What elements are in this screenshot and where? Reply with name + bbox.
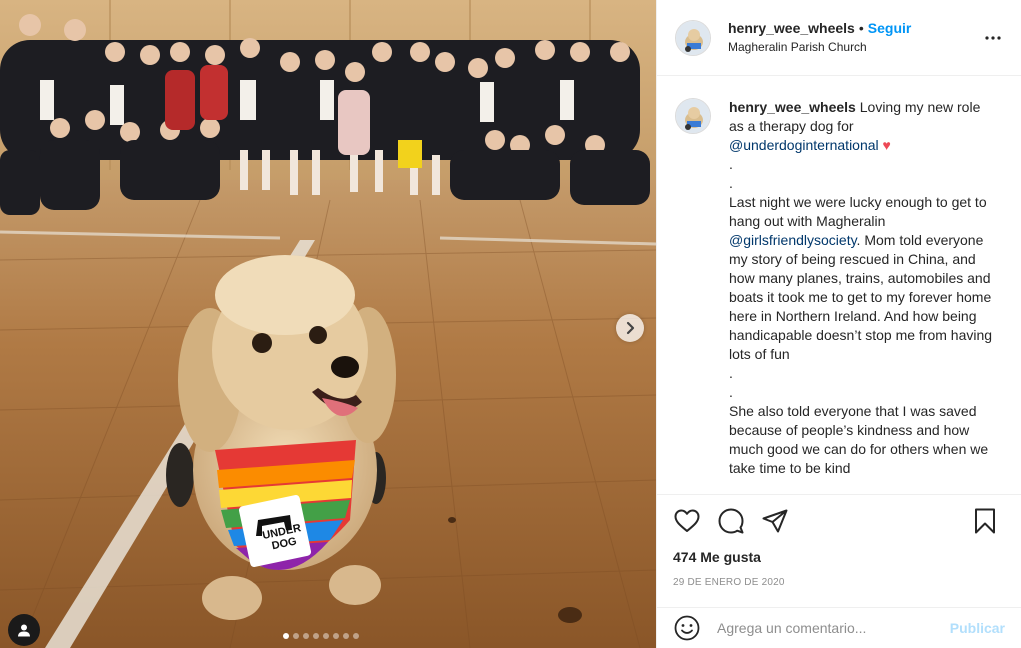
caption-avatar[interactable] <box>675 98 711 134</box>
caption-dots-1: . . <box>729 156 733 191</box>
caption-text-2: Last night we were lucky enough to get t… <box>729 194 991 229</box>
caption-username[interactable]: henry_wee_wheels <box>729 99 856 115</box>
emoji-button[interactable] <box>673 614 701 642</box>
publish-button[interactable]: Publicar <box>950 620 1005 636</box>
tagged-users-button[interactable] <box>8 614 40 646</box>
author-username[interactable]: henry_wee_wheels <box>728 20 855 36</box>
mention-girlsfriendlysociety[interactable]: @girlsfriendlysociety <box>729 232 857 248</box>
photo-scene <box>0 0 656 648</box>
comment-button[interactable] <box>717 507 745 535</box>
like-button[interactable] <box>673 507 701 535</box>
caption-row: henry_wee_wheels Loving my new role as a… <box>675 98 1005 478</box>
post-caption: henry_wee_wheels Loving my new role as a… <box>729 98 997 478</box>
dog-avatar-icon <box>676 20 710 55</box>
smiley-icon <box>674 615 700 641</box>
carousel-dot <box>343 633 349 639</box>
chevron-right-icon <box>626 321 635 335</box>
carousel-dot <box>313 633 319 639</box>
mention-underdoginternational[interactable]: @underdoginternational <box>729 137 879 153</box>
carousel-dot <box>323 633 329 639</box>
post-header-text: henry_wee_wheels • Seguir Magheralin Paris… <box>728 19 981 56</box>
action-icons <box>673 507 1005 535</box>
follow-button[interactable]: Seguir <box>868 20 912 36</box>
carousel-dot <box>283 633 289 639</box>
add-comment-bar: Publicar <box>657 607 1021 648</box>
carousel-dot <box>353 633 359 639</box>
comment-icon <box>718 508 744 534</box>
author-avatar[interactable] <box>675 19 711 56</box>
caption-dots-2: . . <box>729 365 733 400</box>
carousel-dot <box>293 633 299 639</box>
save-button[interactable] <box>971 507 999 535</box>
carousel-dot <box>333 633 339 639</box>
user-icon <box>18 624 30 637</box>
caption-text-4: She also told everyone that I was saved … <box>729 403 993 476</box>
share-button[interactable] <box>761 507 789 535</box>
post-location[interactable]: Magheralin Parish Church <box>728 38 981 56</box>
caption-text-3: . Mom told everyone my story of being re… <box>729 232 996 362</box>
bookmark-icon <box>975 508 995 534</box>
post-actions: 474 Me gusta 29 DE ENERO DE 2020 <box>657 494 1021 588</box>
carousel-next-button[interactable] <box>616 314 644 342</box>
paper-plane-icon <box>762 509 788 533</box>
more-horizontal-icon <box>985 35 1001 40</box>
header-separator: • <box>858 20 864 36</box>
red-heart-emoji: ♥ <box>882 137 891 153</box>
post-header: henry_wee_wheels • Seguir Magheralin Paris… <box>657 0 1021 76</box>
post-photo[interactable]: UNDER DOG <box>0 0 656 648</box>
dog-avatar-icon <box>676 99 710 133</box>
post-date[interactable]: 29 DE ENERO DE 2020 <box>673 577 1005 588</box>
like-count[interactable]: 474 Me gusta <box>673 549 1005 565</box>
comments-area[interactable]: henry_wee_wheels Loving my new role as a… <box>657 76 1021 494</box>
carousel-dot <box>303 633 309 639</box>
instagram-post-modal: UNDER DOG henry_wee_wheels • Seguir Magh… <box>0 0 1021 648</box>
comment-input[interactable] <box>717 620 950 636</box>
heart-icon <box>674 509 700 532</box>
post-sidebar: henry_wee_wheels • Seguir Magheralin Paris… <box>656 0 1021 648</box>
more-options-button[interactable] <box>981 26 1005 50</box>
carousel-indicator <box>283 633 359 639</box>
